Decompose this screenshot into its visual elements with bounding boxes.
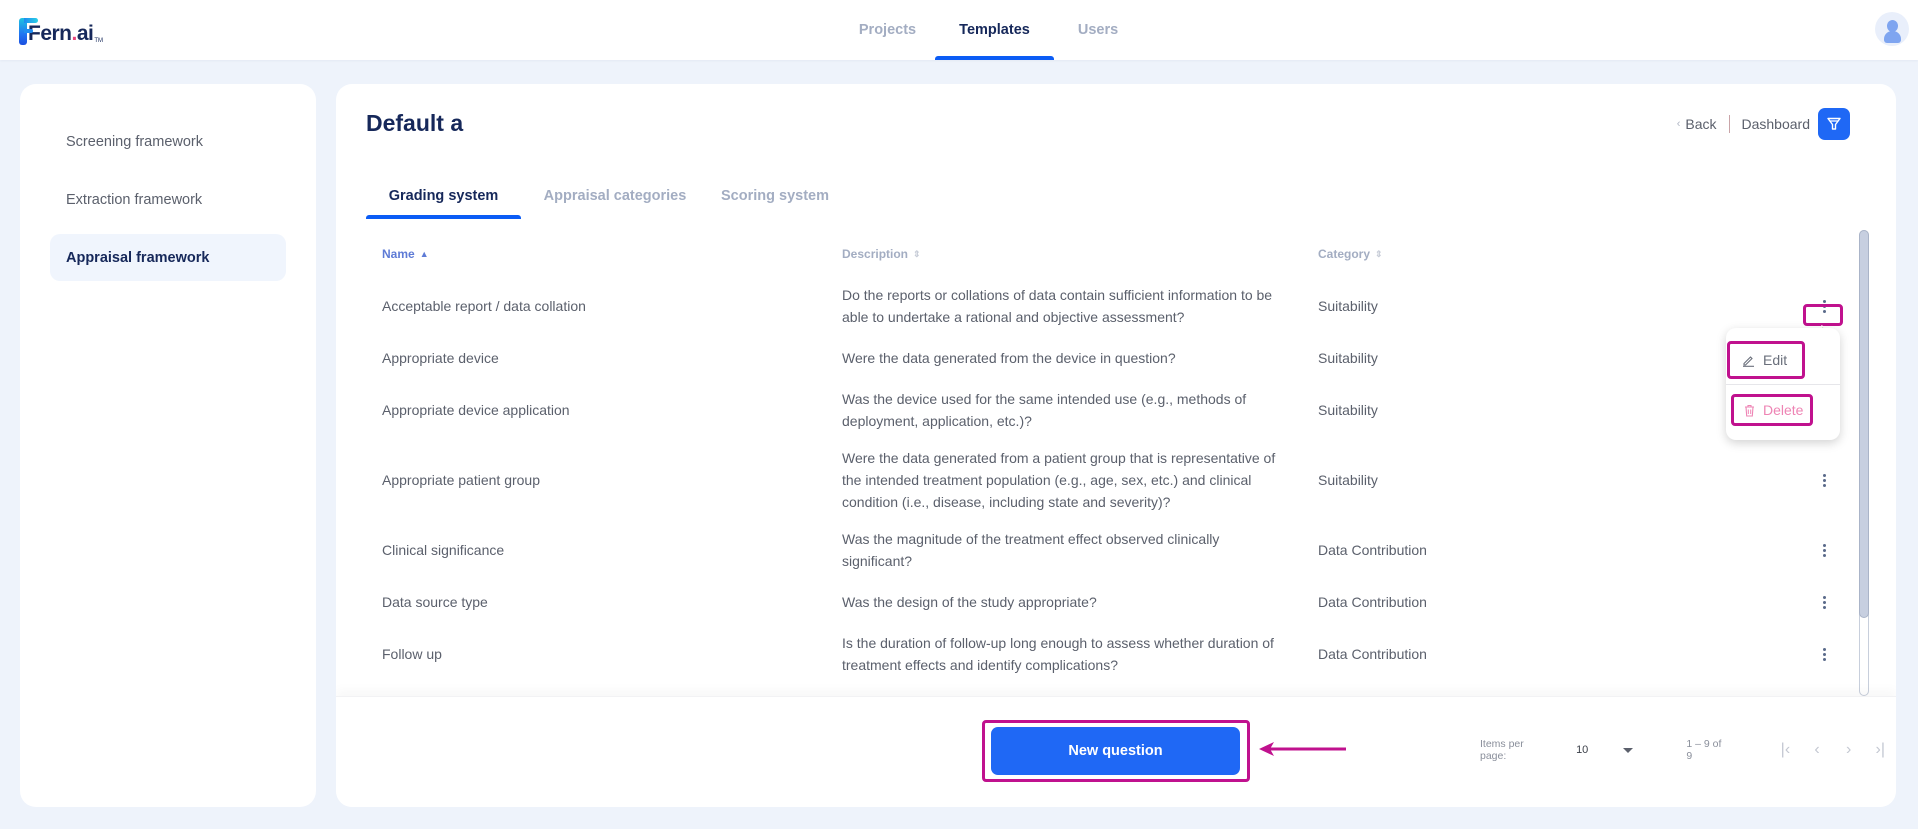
next-page-icon[interactable]: › bbox=[1833, 741, 1865, 759]
logo-f-mark bbox=[19, 18, 38, 45]
menu-item-delete[interactable]: Delete bbox=[1731, 394, 1813, 426]
dashboard-link[interactable]: Dashboard bbox=[1742, 116, 1811, 132]
cell-name: Follow up bbox=[382, 646, 442, 662]
new-question-button[interactable]: New question bbox=[991, 727, 1240, 775]
row-actions-menu: Edit Delete bbox=[1726, 328, 1840, 440]
cell-name: Acceptable report / data collation bbox=[382, 298, 586, 314]
table-footer: New question Items per page: 10 1 – 9 of… bbox=[336, 696, 1896, 807]
table-header: Name ▲ Description ⇕ Category ⇕ bbox=[366, 234, 1846, 274]
fern-ai-logo[interactable]: Fern.ai TM bbox=[19, 15, 103, 45]
filter-icon bbox=[1827, 117, 1841, 130]
more-vertical-icon bbox=[1822, 473, 1826, 487]
cell-category: Data Contribution bbox=[1318, 542, 1427, 558]
logo-tm: TM bbox=[94, 38, 104, 44]
table-row[interactable]: Appropriate device application Was the d… bbox=[366, 378, 1846, 442]
sidebar-item-extraction-framework[interactable]: Extraction framework bbox=[50, 176, 286, 223]
row-menu-button-highlight bbox=[1803, 304, 1843, 326]
filter-button[interactable] bbox=[1818, 108, 1850, 140]
sidebar-item-appraisal-framework[interactable]: Appraisal framework bbox=[50, 234, 286, 281]
nav-users[interactable]: Users bbox=[1054, 0, 1142, 60]
cell-description: Do the reports or collations of data con… bbox=[842, 287, 1273, 325]
tab-appraisal-categories[interactable]: Appraisal categories bbox=[521, 172, 709, 219]
cell-name: Clinical significance bbox=[382, 542, 505, 558]
sidebar: Screening framework Extraction framework… bbox=[20, 84, 316, 807]
back-label: Back bbox=[1685, 116, 1717, 132]
main-panel: Default a ‹ Back Dashboard Grading syste… bbox=[336, 84, 1896, 807]
back-link[interactable]: ‹ Back bbox=[1677, 116, 1717, 132]
tab-scoring-system[interactable]: Scoring system bbox=[709, 172, 841, 219]
cell-description: Is the duration of follow-up long enough… bbox=[842, 635, 1274, 673]
more-vertical-icon bbox=[1822, 595, 1826, 609]
more-vertical-icon bbox=[1822, 543, 1826, 557]
nav-templates[interactable]: Templates bbox=[935, 0, 1054, 60]
previous-page-icon[interactable]: ‹ bbox=[1801, 741, 1833, 759]
row-menu-button[interactable] bbox=[1814, 518, 1834, 582]
cell-description: Were the data generated from the device … bbox=[842, 350, 1176, 366]
sidebar-item-screening-framework[interactable]: Screening framework bbox=[50, 118, 286, 165]
row-menu-button[interactable] bbox=[1814, 442, 1834, 518]
column-header-name[interactable]: Name ▲ bbox=[382, 234, 429, 274]
cell-name: Appropriate device bbox=[382, 350, 499, 366]
header-actions: ‹ Back Dashboard bbox=[1677, 108, 1850, 140]
column-header-description[interactable]: Description ⇕ bbox=[842, 234, 921, 274]
cell-description: Were the data generated from a patient g… bbox=[842, 450, 1276, 510]
chevron-left-icon: ‹ bbox=[1676, 118, 1681, 130]
logo-suffix: ai bbox=[76, 22, 94, 45]
scrollbar-thumb[interactable] bbox=[1859, 230, 1869, 618]
cell-category: Suitability bbox=[1318, 298, 1378, 314]
cell-category: Suitability bbox=[1318, 472, 1378, 488]
cell-name: Data source type bbox=[382, 594, 488, 610]
sort-ascending-icon: ▲ bbox=[419, 249, 429, 259]
cell-name: Appropriate device application bbox=[382, 402, 570, 418]
edit-label: Edit bbox=[1763, 352, 1788, 368]
row-menu-button[interactable] bbox=[1814, 582, 1834, 622]
divider bbox=[1728, 115, 1730, 133]
cell-description: Was the design of the study appropriate? bbox=[842, 594, 1097, 610]
last-page-icon[interactable]: ›| bbox=[1864, 741, 1896, 759]
table-row[interactable]: Appropriate device Were the data generat… bbox=[366, 338, 1846, 378]
page-title: Default a bbox=[366, 110, 464, 136]
new-question-highlight: New question bbox=[982, 720, 1250, 782]
column-header-category[interactable]: Category ⇕ bbox=[1318, 234, 1383, 274]
cell-description: Was the device used for the same intende… bbox=[842, 391, 1247, 429]
first-page-icon[interactable]: |‹ bbox=[1770, 741, 1802, 759]
table-row[interactable]: Follow up Is the duration of follow-up l… bbox=[366, 622, 1846, 686]
table-row[interactable]: Clinical significance Was the magnitude … bbox=[366, 518, 1846, 582]
items-per-page-label: Items per page: bbox=[1480, 738, 1524, 762]
menu-divider bbox=[1726, 384, 1840, 385]
delete-label: Delete bbox=[1763, 402, 1804, 418]
sort-icon: ⇕ bbox=[913, 248, 921, 259]
top-bar: Fern.ai TM Projects Templates Users bbox=[0, 0, 1918, 60]
row-menu-button[interactable] bbox=[1814, 622, 1834, 686]
tab-bar: Grading system Appraisal categories Scor… bbox=[366, 172, 841, 219]
table-scrollbar[interactable] bbox=[1859, 230, 1869, 696]
items-per-page-select[interactable]: 10 bbox=[1576, 744, 1634, 756]
annotation-arrow-icon bbox=[1259, 742, 1346, 756]
table-row[interactable]: Appropriate patient group Were the data … bbox=[366, 442, 1846, 518]
cell-category: Suitability bbox=[1318, 350, 1378, 366]
user-avatar[interactable] bbox=[1875, 12, 1909, 46]
main-nav: Projects Templates Users bbox=[840, 0, 1142, 60]
pencil-icon bbox=[1742, 354, 1755, 367]
more-vertical-icon bbox=[1822, 647, 1826, 661]
cell-category: Suitability bbox=[1318, 402, 1378, 418]
logo-text: Fern bbox=[28, 22, 72, 45]
nav-projects[interactable]: Projects bbox=[840, 0, 935, 60]
menu-item-edit[interactable]: Edit bbox=[1727, 341, 1805, 379]
table-row[interactable]: Acceptable report / data collation Do th… bbox=[366, 274, 1846, 338]
items-per-page-value: 10 bbox=[1576, 744, 1589, 756]
table-row[interactable]: Data source type Was the design of the s… bbox=[366, 582, 1846, 622]
caret-down-icon bbox=[1623, 747, 1634, 753]
cell-name: Appropriate patient group bbox=[382, 472, 540, 488]
trash-icon bbox=[1744, 404, 1755, 417]
sort-icon: ⇕ bbox=[1375, 248, 1383, 259]
cell-category: Data Contribution bbox=[1318, 646, 1427, 662]
cell-description: Was the magnitude of the treatment effec… bbox=[842, 531, 1220, 569]
page-range-label: 1 – 9 of 9 bbox=[1686, 738, 1722, 762]
cell-category: Data Contribution bbox=[1318, 594, 1427, 610]
tab-grading-system[interactable]: Grading system bbox=[366, 172, 521, 219]
paginator: Items per page: 10 1 – 9 of 9 |‹ ‹ › ›| bbox=[1480, 738, 1896, 762]
